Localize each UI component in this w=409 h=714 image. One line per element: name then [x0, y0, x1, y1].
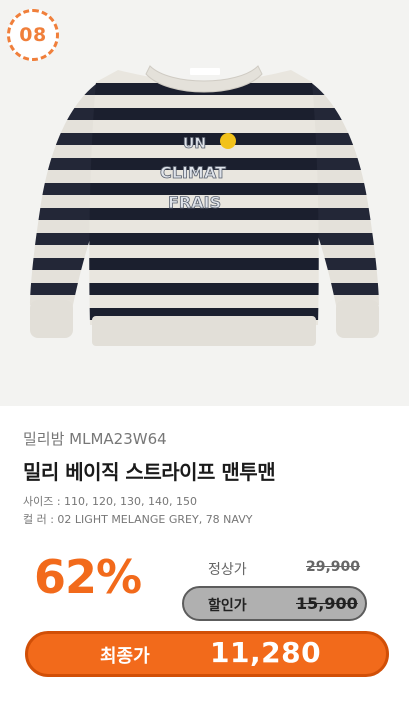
product-title: 밀리 베이직 스트라이프 맨투맨	[23, 460, 276, 484]
smiley-icon	[220, 133, 236, 149]
left-cuff	[30, 300, 73, 338]
hem-band	[92, 316, 316, 346]
size-spec: 사이즈 : 110, 120, 130, 140, 150	[23, 495, 198, 508]
color-spec: 컬 러 : 02 LIGHT MELANGE GREY, 78 NAVY	[23, 513, 253, 526]
sale-price-label: 할인가	[208, 598, 247, 614]
final-price-label: 최종가	[100, 646, 150, 667]
svg-text:UN: UN	[183, 136, 206, 152]
sale-price: 15,900	[296, 594, 358, 613]
item-number: 08	[19, 24, 47, 46]
discount-rate: 62%	[34, 550, 142, 604]
svg-text:FRAIS: FRAIS	[168, 193, 221, 212]
regular-price: 29,900	[306, 559, 361, 575]
right-cuff	[336, 300, 379, 338]
final-price-button[interactable]	[25, 631, 389, 677]
collar-tag	[190, 68, 220, 75]
brand-model: 밀리밤 MLMA23W64	[23, 430, 167, 448]
regular-price-label: 정상가	[208, 562, 247, 578]
final-price: 11,280	[210, 636, 322, 669]
item-number-badge: 08	[7, 9, 59, 61]
product-image[interactable]: UN CLIMAT FRAIS	[0, 0, 409, 406]
svg-text:CLIMAT: CLIMAT	[160, 163, 226, 182]
